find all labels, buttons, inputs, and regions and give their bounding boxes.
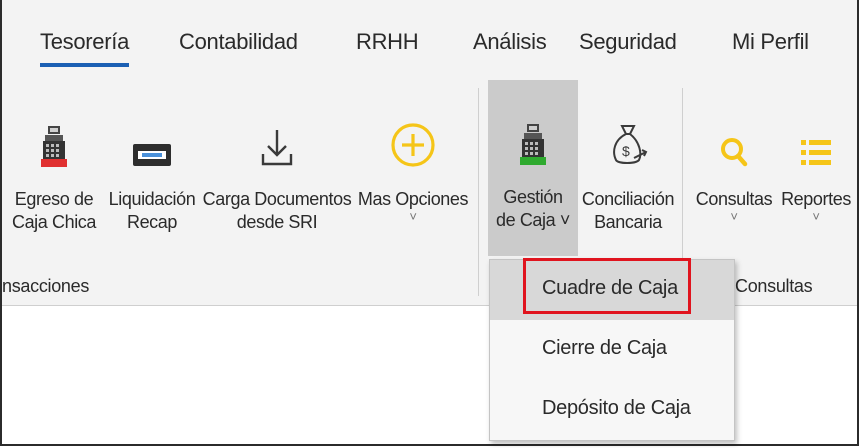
svg-text:$: $ xyxy=(622,143,630,159)
money-bag-icon: $ xyxy=(608,90,648,168)
group-label-transacciones: nsacciones xyxy=(2,276,90,296)
gestion-line2: de Caja ˅ xyxy=(496,210,570,230)
carga-documentos-sri-button[interactable]: Carga Documentos desde SRI xyxy=(202,82,352,250)
menu-item-cuadre-de-caja[interactable]: Cuadre de Caja xyxy=(490,258,734,320)
consultas-label: Consultas xyxy=(695,189,773,209)
reportes-button[interactable]: Reportes ˅ xyxy=(778,82,854,250)
gestion-caja-dropdown: Cuadre de Caja Cierre de Caja Depósito d… xyxy=(489,258,735,441)
tab-contabilidad[interactable]: Contabilidad xyxy=(179,29,298,55)
tab-seguridad[interactable]: Seguridad xyxy=(579,29,677,55)
cash-register-icon xyxy=(41,90,67,168)
consultas-button[interactable]: Consultas ˅ xyxy=(690,82,778,250)
gestion-line1: Gestión xyxy=(503,187,563,207)
egreso-line2: Caja Chica xyxy=(11,212,97,232)
egreso-line1: Egreso de xyxy=(14,189,94,209)
liquidacion-line1: Liquidación xyxy=(108,189,196,209)
gestion-de-caja-button[interactable]: Gestión de Caja ˅ xyxy=(488,80,578,256)
reportes-label: Reportes xyxy=(781,189,851,209)
tab-rrhh[interactable]: RRHH xyxy=(356,29,419,55)
card-icon xyxy=(133,90,171,168)
chevron-down-icon: ˅ xyxy=(730,209,738,224)
group-separator xyxy=(478,88,479,296)
chevron-down-icon: ˅ xyxy=(409,209,417,224)
tab-analisis[interactable]: Análisis xyxy=(473,29,547,55)
mas-opciones-label: Mas Opciones xyxy=(357,189,469,209)
carga-line1: Carga Documentos xyxy=(202,189,352,209)
menu-item-cierre-de-caja[interactable]: Cierre de Caja xyxy=(490,320,734,380)
liquidacion-line2: Recap xyxy=(126,212,178,232)
menu-item-deposito-de-caja[interactable]: Depósito de Caja xyxy=(490,380,734,440)
menu-item-label: Cuadre de Caja xyxy=(542,277,678,299)
list-icon xyxy=(801,90,831,168)
menu-tab-bar: Tesorería Contabilidad RRHH Análisis Seg… xyxy=(2,0,857,80)
liquidacion-recap-button[interactable]: Liquidación Recap xyxy=(104,82,200,250)
carga-line2: desde SRI xyxy=(236,212,318,232)
mas-opciones-button[interactable]: Mas Opciones ˅ xyxy=(354,82,472,250)
conciliacion-line2: Bancaria xyxy=(594,212,662,232)
cash-register-icon xyxy=(520,88,546,166)
tab-mi-perfil[interactable]: Mi Perfil xyxy=(732,29,809,55)
tab-tesoreria[interactable]: Tesorería xyxy=(40,29,129,67)
menu-item-label: Cierre de Caja xyxy=(542,337,667,359)
menu-item-label: Depósito de Caja xyxy=(542,397,691,419)
group-label-consultas: Consultas xyxy=(735,276,813,296)
download-icon xyxy=(260,90,294,168)
chevron-down-icon: ˅ xyxy=(812,209,820,224)
search-icon xyxy=(719,90,749,168)
app-window: Tesorería Contabilidad RRHH Análisis Seg… xyxy=(0,0,859,446)
conciliacion-bancaria-button[interactable]: $ Conciliación Bancaria xyxy=(580,82,676,250)
plus-circle-icon xyxy=(390,90,436,168)
egreso-caja-chica-button[interactable]: Egreso de Caja Chica xyxy=(8,82,100,250)
conciliacion-line1: Conciliación xyxy=(581,189,675,209)
